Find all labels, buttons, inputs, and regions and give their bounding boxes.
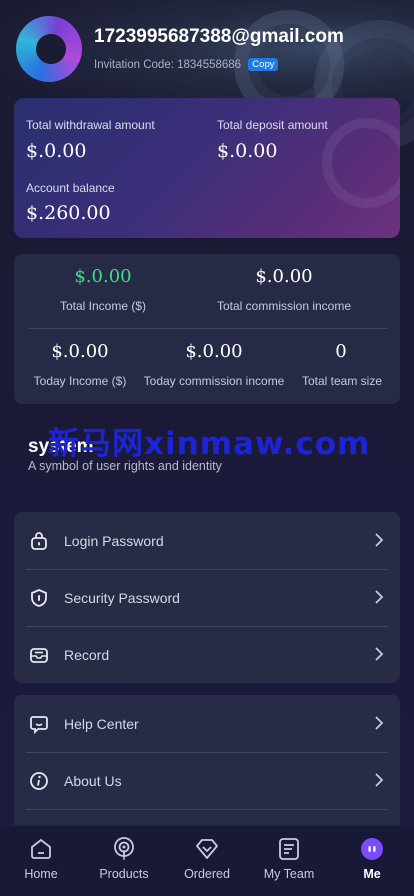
menu-item-help-center[interactable]: Help Center bbox=[14, 695, 400, 752]
menu-item-record[interactable]: Record bbox=[14, 626, 400, 683]
chevron-right-icon bbox=[375, 590, 384, 604]
copy-button[interactable]: Copy bbox=[248, 58, 279, 71]
menu-label: Login Password bbox=[64, 532, 164, 549]
watermark: 新马网xinmaw.com bbox=[48, 426, 371, 462]
invitation-label: Invitation Code: bbox=[94, 59, 174, 71]
account-balance-label: Account balance bbox=[26, 181, 115, 195]
nav-label: Me bbox=[363, 867, 381, 881]
today-commission-value: $.0.00 bbox=[185, 341, 243, 362]
chevron-right-icon bbox=[375, 647, 384, 661]
today-income-label: Today Income ($) bbox=[33, 374, 127, 388]
chat-icon bbox=[28, 713, 50, 735]
income-stats-card: $.0.00 Total Income ($) $.0.00 Total com… bbox=[14, 254, 400, 404]
bottom-navigation: Home Products Ordered My Team Me bbox=[0, 825, 414, 896]
deposit-label: Total deposit amount bbox=[217, 118, 328, 132]
profile-icon bbox=[361, 838, 383, 860]
document-icon bbox=[279, 838, 299, 860]
nav-my-team[interactable]: My Team bbox=[249, 836, 329, 881]
divider bbox=[28, 328, 388, 329]
card-decoration bbox=[322, 118, 400, 208]
nav-label: My Team bbox=[263, 867, 315, 881]
envelope-icon bbox=[28, 644, 50, 666]
menu-item-login-password[interactable]: Login Password bbox=[14, 512, 400, 569]
nav-label: Home bbox=[24, 867, 58, 881]
nav-label: Ordered bbox=[184, 867, 230, 881]
system-subtitle: A symbol of user rights and identity bbox=[28, 459, 222, 473]
chevron-right-icon bbox=[375, 773, 384, 787]
menu-label: Record bbox=[64, 646, 110, 663]
menu-label: Help Center bbox=[64, 715, 139, 732]
nav-products[interactable]: Products bbox=[84, 836, 164, 881]
account-balance-value: $.260.00 bbox=[26, 202, 111, 224]
info-icon bbox=[28, 770, 50, 792]
avatar[interactable] bbox=[16, 16, 82, 82]
total-income-label: Total Income ($) bbox=[59, 299, 147, 313]
user-email: 1723995687388@gmail.com bbox=[94, 26, 344, 47]
help-menu: Help Center About Us bbox=[14, 695, 400, 835]
withdrawal-value: $.0.00 bbox=[26, 140, 87, 162]
invitation-code-row: Invitation Code: 1834558686 Copy bbox=[94, 58, 279, 71]
nav-label: Products bbox=[99, 867, 149, 881]
nav-me[interactable]: Me bbox=[332, 836, 412, 881]
today-income-value: $.0.00 bbox=[51, 341, 109, 362]
menu-label: Security Password bbox=[64, 589, 180, 606]
shield-icon bbox=[28, 587, 50, 609]
chevron-right-icon bbox=[375, 716, 384, 730]
total-commission-label: Total commission income bbox=[216, 299, 352, 313]
settings-menu: Login Password Security Password Record bbox=[14, 512, 400, 683]
menu-item-about-us[interactable]: About Us bbox=[14, 752, 400, 809]
team-size-value: 0 bbox=[335, 341, 347, 362]
diamond-icon bbox=[196, 839, 218, 859]
lock-icon bbox=[28, 530, 50, 552]
balance-card: Total withdrawal amount $.0.00 Total dep… bbox=[14, 98, 400, 238]
chevron-right-icon bbox=[375, 533, 384, 547]
today-commission-label: Today commission income bbox=[143, 374, 285, 388]
total-commission-value: $.0.00 bbox=[255, 266, 313, 287]
nav-home[interactable]: Home bbox=[1, 836, 81, 881]
menu-item-security-password[interactable]: Security Password bbox=[14, 569, 400, 626]
withdrawal-label: Total withdrawal amount bbox=[26, 118, 155, 132]
nav-ordered[interactable]: Ordered bbox=[167, 836, 247, 881]
total-income-value: $.0.00 bbox=[74, 266, 132, 287]
deposit-value: $.0.00 bbox=[217, 140, 278, 162]
home-icon bbox=[31, 838, 51, 859]
team-size-label: Total team size bbox=[301, 374, 383, 388]
menu-label: About Us bbox=[64, 772, 122, 789]
page: 1723995687388@gmail.com Invitation Code:… bbox=[0, 0, 414, 896]
invitation-code: 1834558686 bbox=[177, 59, 242, 71]
podcast-icon bbox=[114, 837, 134, 860]
